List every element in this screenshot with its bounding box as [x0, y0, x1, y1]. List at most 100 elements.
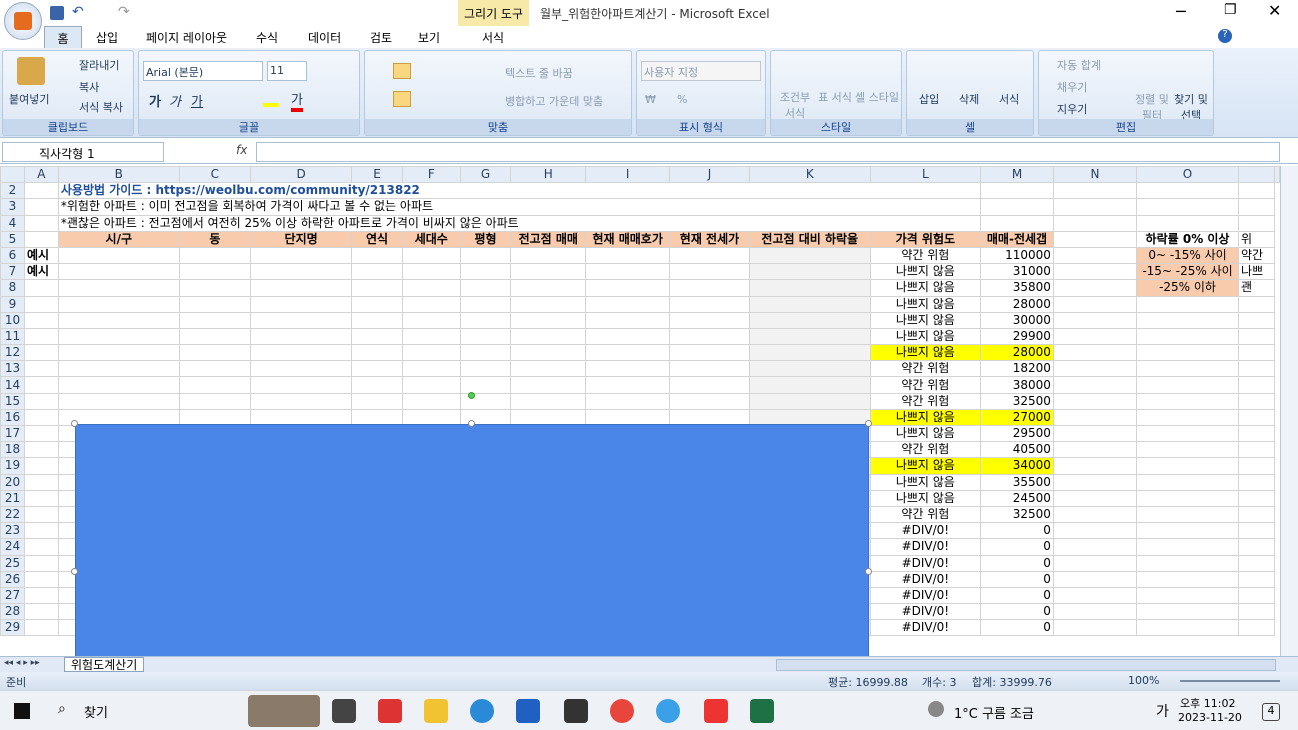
table-header[interactable]: 전고점 매매: [510, 230, 587, 248]
cell[interactable]: [510, 376, 587, 394]
cell[interactable]: [401, 392, 461, 410]
row-header[interactable]: 8: [0, 279, 25, 297]
cell[interactable]: [1237, 554, 1276, 572]
price-risk-cell[interactable]: #DIV/0!: [869, 619, 982, 637]
drop-rate-cell[interactable]: [748, 327, 871, 346]
name-box[interactable]: 직사각형 1: [2, 142, 164, 162]
cell[interactable]: [1237, 505, 1276, 524]
cell[interactable]: [1136, 182, 1239, 200]
gap-cell[interactable]: 38000: [980, 376, 1054, 394]
cell[interactable]: [980, 214, 1054, 232]
cell[interactable]: [1052, 457, 1138, 475]
cell[interactable]: [250, 263, 353, 281]
clear-button[interactable]: 지우기: [1057, 101, 1087, 117]
cell[interactable]: [401, 246, 461, 265]
cell[interactable]: [1136, 489, 1239, 507]
cell[interactable]: [510, 360, 587, 378]
legend-cell[interactable]: 하락률 0% 이상: [1136, 230, 1239, 248]
cell[interactable]: [510, 279, 587, 297]
cell[interactable]: [178, 246, 252, 265]
cell-a[interactable]: [23, 408, 59, 427]
cell[interactable]: [1052, 198, 1138, 216]
underline-button[interactable]: 가: [191, 91, 203, 110]
cell[interactable]: [669, 360, 750, 378]
gap-cell[interactable]: 28000: [980, 344, 1054, 362]
cell[interactable]: [669, 392, 750, 410]
cell[interactable]: [510, 263, 587, 281]
resize-handle-icon[interactable]: [865, 420, 872, 427]
chrome-icon[interactable]: [610, 699, 634, 723]
gap-cell[interactable]: 24500: [980, 489, 1054, 507]
cell[interactable]: [669, 295, 750, 313]
fx-button[interactable]: fx: [236, 143, 247, 157]
cell[interactable]: [1237, 376, 1276, 394]
table-header[interactable]: 세대수: [401, 230, 461, 248]
paste-icon[interactable]: [17, 57, 45, 85]
gap-cell[interactable]: 18200: [980, 360, 1054, 378]
cell[interactable]: [459, 295, 512, 313]
cell[interactable]: [1052, 408, 1138, 427]
row-header[interactable]: 29: [0, 619, 25, 637]
wrap-text-button[interactable]: 텍스트 줄 바꿈: [505, 65, 573, 81]
price-risk-cell[interactable]: 약간 위험: [869, 360, 982, 378]
delete-cells-button[interactable]: 삭제: [959, 91, 979, 107]
sheet-nav-icon[interactable]: ◂◂ ◂ ▸ ▸▸: [4, 658, 40, 668]
gap-cell[interactable]: 32500: [980, 392, 1054, 410]
cell[interactable]: [1237, 441, 1276, 459]
row-header[interactable]: 14: [0, 376, 25, 394]
percent-icon[interactable]: %: [677, 93, 687, 106]
cell-a[interactable]: [23, 327, 59, 346]
cell[interactable]: [351, 392, 403, 410]
cell[interactable]: [401, 360, 461, 378]
price-risk-cell[interactable]: #DIV/0!: [869, 522, 982, 540]
cell[interactable]: [1237, 457, 1276, 475]
cell[interactable]: [1136, 295, 1239, 313]
cell[interactable]: [1136, 619, 1239, 637]
cell[interactable]: [1052, 360, 1138, 378]
column-header[interactable]: E: [351, 166, 403, 184]
price-risk-cell[interactable]: 나쁘지 않음: [869, 473, 982, 491]
font-name-select[interactable]: Arial (본문): [143, 61, 263, 81]
gap-cell[interactable]: 0: [980, 586, 1054, 605]
font-color-icon[interactable]: 가: [291, 89, 303, 112]
drop-rate-cell[interactable]: [748, 344, 871, 362]
cell[interactable]: [1052, 538, 1138, 556]
column-header[interactable]: F: [401, 166, 461, 184]
tab-format[interactable]: 서식: [482, 29, 504, 46]
cell[interactable]: [351, 263, 403, 281]
cell[interactable]: [57, 246, 180, 265]
cell[interactable]: [585, 311, 671, 329]
save-icon[interactable]: [50, 6, 64, 20]
cell[interactable]: [669, 376, 750, 394]
row-header[interactable]: 15: [0, 392, 25, 410]
cell[interactable]: [1136, 198, 1239, 216]
cell[interactable]: [510, 392, 587, 410]
row-header[interactable]: 20: [0, 473, 25, 491]
cell[interactable]: [178, 279, 252, 297]
cell[interactable]: [1136, 344, 1239, 362]
table-header[interactable]: 시/구: [57, 230, 180, 248]
gap-cell[interactable]: 0: [980, 619, 1054, 637]
rotate-handle-icon[interactable]: [468, 392, 475, 399]
cell[interactable]: [1052, 392, 1138, 410]
table-header[interactable]: 현재 전세가: [669, 230, 750, 248]
price-risk-cell[interactable]: 나쁘지 않음: [869, 327, 982, 346]
cell[interactable]: [1052, 295, 1138, 313]
cell[interactable]: [1237, 424, 1276, 443]
cell[interactable]: [585, 295, 671, 313]
guide-text[interactable]: 사용방법 가이드 : https://weolbu.com/community/…: [57, 182, 982, 200]
cell[interactable]: [459, 279, 512, 297]
cell[interactable]: [1052, 473, 1138, 491]
column-header[interactable]: C: [178, 166, 252, 184]
cell[interactable]: [1052, 279, 1138, 297]
cell-a[interactable]: [23, 489, 59, 507]
cell[interactable]: [1237, 214, 1276, 232]
gap-cell[interactable]: 29900: [980, 327, 1054, 346]
cell-a[interactable]: [23, 344, 59, 362]
cell-a[interactable]: [23, 457, 59, 475]
cell[interactable]: [1237, 311, 1276, 329]
gap-cell[interactable]: 28000: [980, 295, 1054, 313]
cell[interactable]: [1237, 586, 1276, 605]
cell[interactable]: [1136, 522, 1239, 540]
resize-handle-icon[interactable]: [468, 420, 475, 427]
